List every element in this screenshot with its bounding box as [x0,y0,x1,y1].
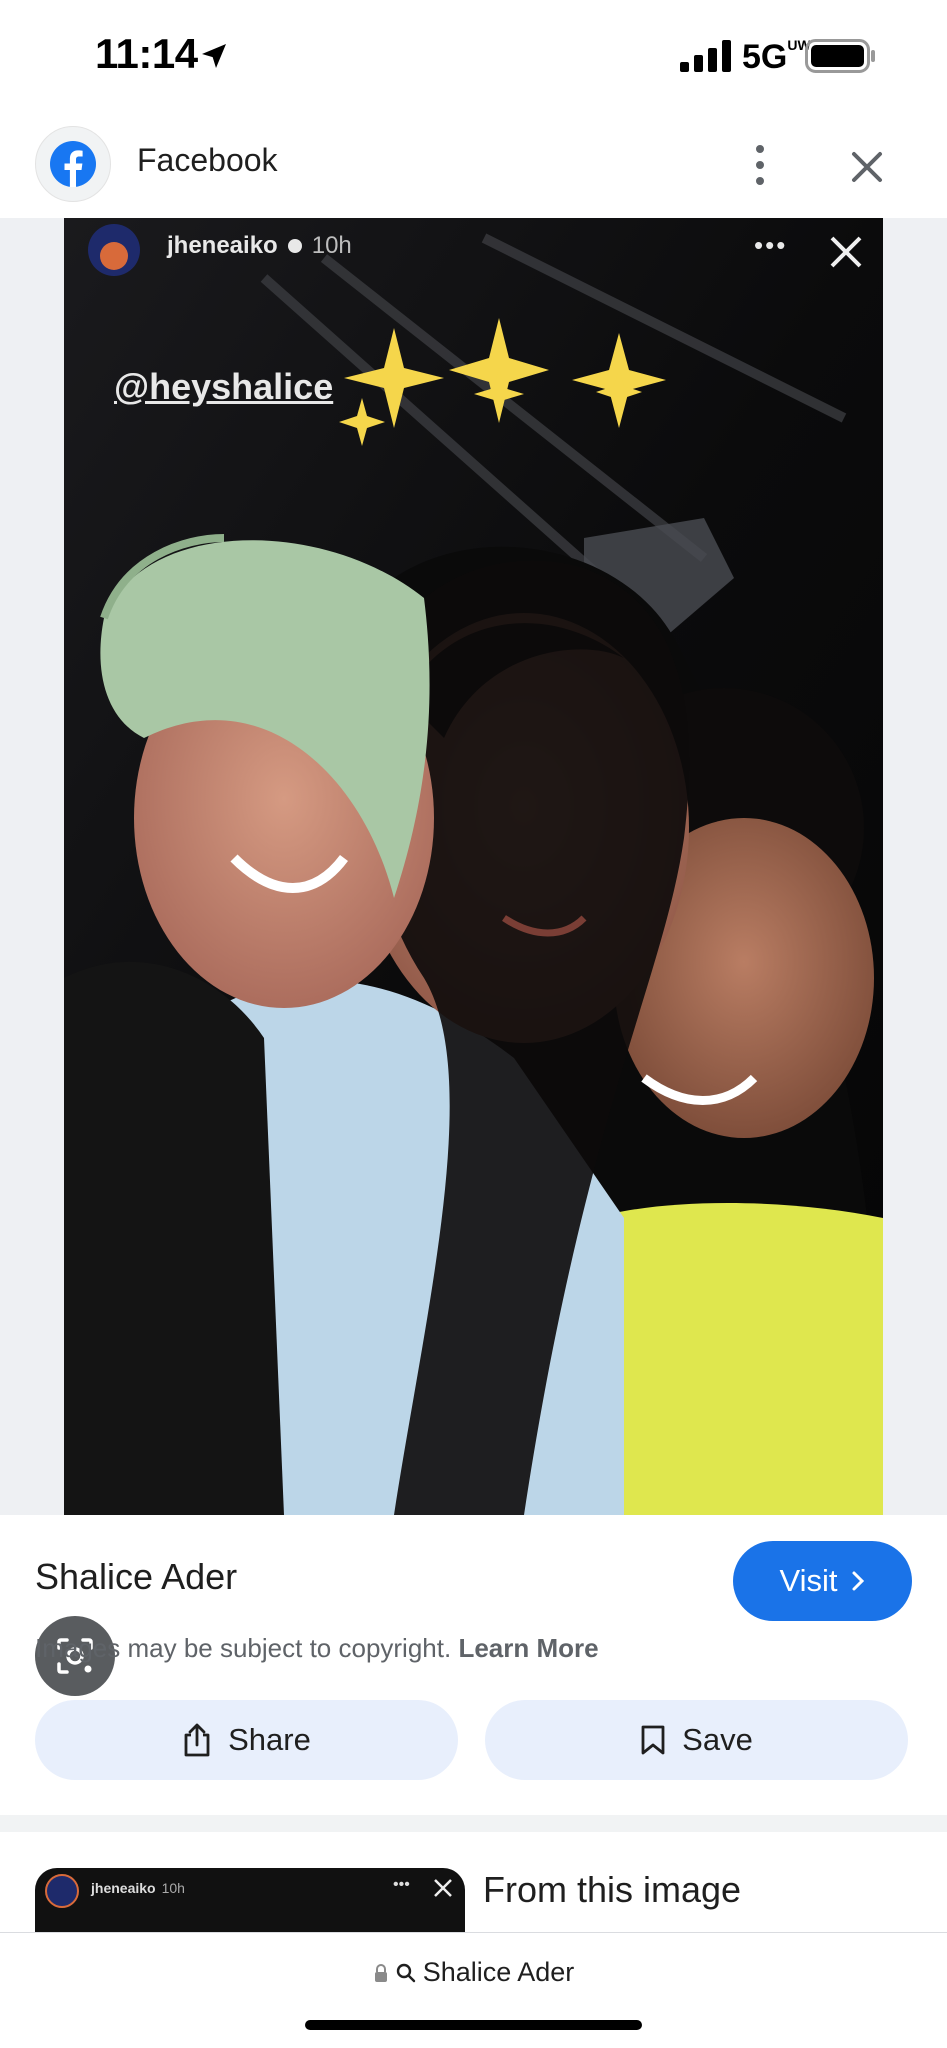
bookmark-icon [641,1725,665,1755]
site-title[interactable]: Facebook [137,142,278,179]
signal-bars-icon [680,40,731,72]
learn-more-link[interactable]: Learn More [458,1633,598,1663]
home-indicator[interactable] [305,2020,642,2030]
thumb-close-icon [434,1879,452,1897]
section-divider [0,1815,947,1832]
lock-icon [374,1963,387,1982]
visit-label: Visit [779,1563,838,1598]
location-arrow-icon [202,44,226,68]
thumb-time: 10h [161,1880,185,1896]
site-favicon[interactable] [35,126,111,202]
status-time: 11:14 [95,30,198,77]
network-type: 5G [742,38,788,76]
thumb-username: jheneaiko [91,1880,156,1896]
share-button[interactable]: Share [35,1700,458,1780]
story-more-icon: ••• [754,230,788,260]
visit-button[interactable]: Visit [733,1541,912,1621]
thumb-header: jheneaiko 10h [91,1880,185,1896]
close-icon[interactable] [842,142,892,192]
story-time: 10h [311,232,352,259]
more-options-button[interactable] [740,137,780,193]
story-username: jheneaiko [167,232,278,259]
facebook-logo-icon [50,141,96,187]
more-vert-dot [756,177,764,185]
verified-badge-icon [287,239,302,253]
thumb-more-icon: ••• [393,1876,410,1893]
url-query: Shalice Ader [422,1957,575,1987]
more-vert-icon [756,145,764,153]
network-label: 5GUW [742,38,811,77]
search-icon [396,1963,415,1982]
status-bar: 11:14 5GUW [0,0,947,110]
mention-sticker: @heyshalice [114,366,334,407]
battery-icon [805,39,875,73]
from-this-image-heading: From this image [483,1869,742,1910]
image-preview-area: jheneaiko 10h ••• @heyshalice [0,218,947,1696]
source-title[interactable]: Shalice Ader [35,1556,237,1598]
save-button[interactable]: Save [485,1700,908,1780]
bottom-url-bar[interactable]: Shalice Ader [0,1932,947,2048]
story-header: jheneaiko 10h [167,232,352,260]
chevron-right-icon [852,1571,864,1591]
url-display[interactable]: Shalice Ader [0,1957,947,1988]
save-label: Save [682,1722,753,1757]
share-label: Share [228,1722,311,1757]
more-vert-dot [756,161,764,169]
copyright-text: Images may be subject to copyright. [35,1633,452,1663]
story-close-icon [830,236,862,268]
thumb-avatar [45,1874,79,1908]
preview-image[interactable]: jheneaiko 10h ••• @heyshalice [64,218,883,1515]
share-icon [184,1723,210,1757]
site-header: Facebook [0,112,947,218]
story-photo [64,218,883,1515]
copyright-notice: Images may be subject to copyright. Lear… [35,1633,599,1664]
